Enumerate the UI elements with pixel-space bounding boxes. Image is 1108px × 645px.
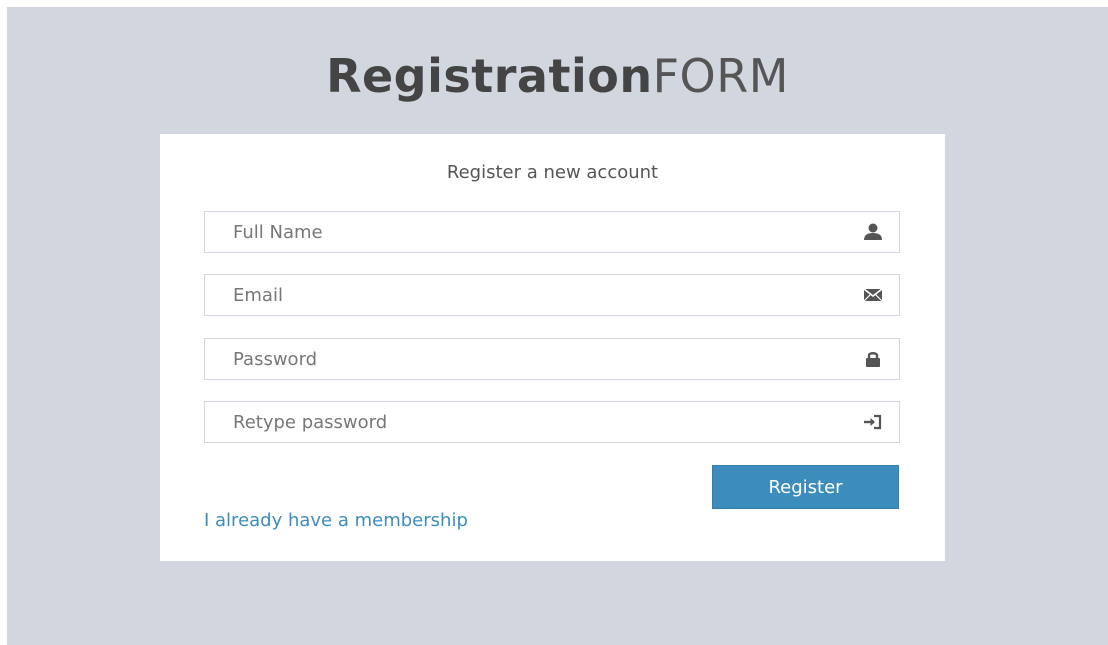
register-button[interactable]: Register <box>712 465 899 509</box>
lock-icon <box>863 350 883 368</box>
logo-light-text: FORM <box>652 49 789 103</box>
register-logo: RegistrationFORM <box>7 49 1108 103</box>
membership-link[interactable]: I already have a membership <box>204 510 468 531</box>
envelope-icon <box>863 286 883 304</box>
password-field <box>204 338 900 380</box>
retype-password-field <box>204 401 900 443</box>
full-name-field <box>204 211 900 253</box>
password-input[interactable] <box>205 339 845 379</box>
register-box: Register a new account Full Name Email R… <box>160 134 945 561</box>
user-icon <box>863 223 883 241</box>
register-box-message: Register a new account <box>446 162 659 183</box>
logo-bold-text: Registration <box>326 49 653 103</box>
log-in-icon <box>863 413 883 431</box>
retype-password-input[interactable] <box>205 402 845 442</box>
full-name-input[interactable] <box>205 212 845 252</box>
email-input[interactable] <box>205 275 845 315</box>
email-field <box>204 274 900 316</box>
page-background: RegistrationFORM Register a new account <box>7 7 1108 645</box>
